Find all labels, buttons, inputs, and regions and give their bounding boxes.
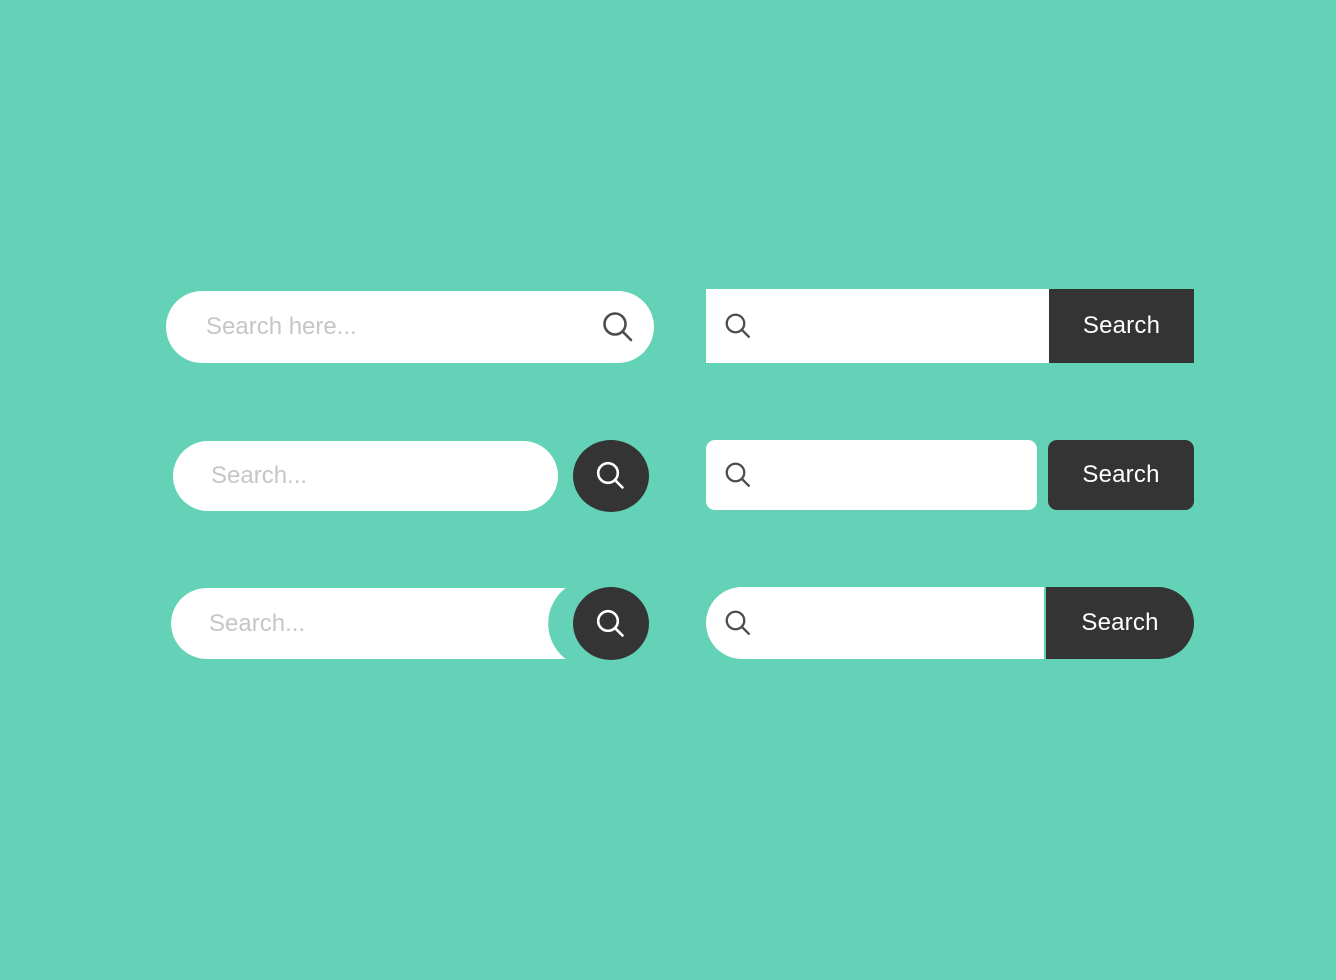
- search-field-wrapper[interactable]: [171, 609, 581, 638]
- search-bar-pill-inline-icon[interactable]: [166, 291, 654, 363]
- search-bar-capsule-field[interactable]: [706, 587, 1044, 659]
- search-icon[interactable]: [582, 291, 654, 363]
- search-input[interactable]: [770, 312, 1035, 340]
- search-field-wrapper[interactable]: [166, 313, 582, 341]
- search-input[interactable]: [206, 313, 582, 341]
- search-field-wrapper[interactable]: [770, 312, 1049, 340]
- search-button-label: Search: [1081, 609, 1159, 636]
- search-input[interactable]: [770, 461, 1023, 489]
- search-icon: [706, 587, 770, 659]
- search-button-label: Search: [1082, 461, 1160, 488]
- search-button-label: Search: [1082, 312, 1161, 339]
- search-input[interactable]: [211, 462, 558, 490]
- search-icon: [596, 461, 624, 489]
- search-input[interactable]: [770, 609, 1030, 637]
- search-field-wrapper[interactable]: [770, 461, 1037, 489]
- search-icon: [596, 609, 624, 637]
- search-field-wrapper[interactable]: [173, 462, 558, 490]
- search-icon: [706, 440, 770, 510]
- search-button[interactable]: Search: [1049, 289, 1194, 363]
- search-icon: [706, 289, 770, 363]
- search-bar-square-field[interactable]: [706, 289, 1049, 363]
- search-circle-button[interactable]: [573, 440, 649, 512]
- search-bar-notched-pill[interactable]: [171, 588, 581, 659]
- search-input[interactable]: [209, 609, 581, 638]
- ui-kit-canvas: Search Search: [0, 0, 1336, 980]
- search-bar-pill-detached[interactable]: [173, 441, 558, 511]
- search-bar-rounded-field[interactable]: [706, 440, 1037, 510]
- search-button[interactable]: Search: [1046, 587, 1194, 659]
- search-button[interactable]: Search: [1048, 440, 1194, 510]
- search-circle-button[interactable]: [573, 587, 649, 660]
- search-field-wrapper[interactable]: [770, 609, 1044, 637]
